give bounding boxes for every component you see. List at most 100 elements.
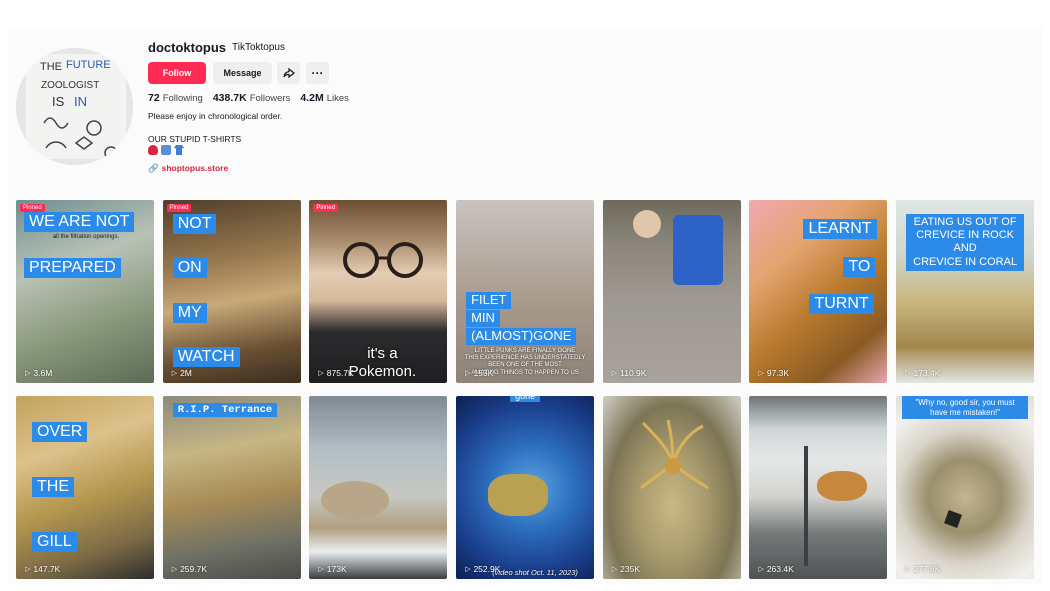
pinned-badge: Pinned: [20, 204, 45, 212]
play-icon: ▷: [465, 370, 471, 377]
octopus-emoji-icon: [148, 145, 158, 155]
glasses-shape: [343, 242, 424, 278]
play-icon: ▷: [611, 370, 618, 377]
profile-nickname: TikToktopus: [232, 42, 285, 53]
video-caption: gone: [510, 396, 541, 403]
profile-stats: 72 Following 438.7K Followers 4.2M Likes: [148, 92, 349, 104]
video-card[interactable]: NOT ON MY WATCH Pinned ▷ 2M: [162, 200, 301, 383]
share-icon: [282, 67, 295, 79]
video-caption: "Why no, good sir, you must have me mist…: [902, 396, 1029, 420]
octopus-shape: [639, 419, 709, 490]
profile-link[interactable]: 🔗 shoptopus.store: [148, 163, 228, 174]
video-card[interactable]: ▷ 173K: [309, 396, 448, 579]
video-caption: MY: [172, 303, 207, 324]
profile-username: doctoktopus: [148, 40, 226, 55]
video-card[interactable]: all the filtration openings. WE ARE NOT …: [16, 200, 154, 383]
video-caption: ON: [172, 258, 207, 279]
video-views: ▷ 3.6M: [25, 368, 53, 378]
video-caption: GILL: [32, 532, 77, 553]
person-shirt-shape: [672, 215, 723, 285]
message-button[interactable]: Message: [213, 62, 272, 84]
video-card[interactable]: gone (video shot Oct. 11, 2023) ▷ 252.9K: [456, 396, 595, 579]
link-icon: 🔗: [148, 163, 159, 173]
svg-text:ZOOLOGIST: ZOOLOGIST: [41, 80, 99, 91]
following-stat[interactable]: 72 Following: [148, 92, 203, 104]
video-card[interactable]: "Why no, good sir, you must have me mist…: [896, 396, 1035, 579]
video-caption: THE: [32, 477, 74, 498]
video-card[interactable]: ▷ 235K: [602, 396, 741, 579]
video-card[interactable]: EATING US OUT OF CREVICE IN ROCK AND CRE…: [896, 200, 1035, 383]
video-caption: TO: [843, 257, 876, 278]
profile-bio: Please enjoy in chronological order.: [148, 111, 283, 121]
video-caption: LEARNT: [803, 219, 877, 240]
play-icon: ▷: [318, 370, 324, 377]
video-caption: FILET: [466, 292, 512, 309]
play-icon: ▷: [758, 370, 764, 377]
play-icon: ▷: [905, 370, 911, 377]
video-card[interactable]: LEARNT TO TURNT ▷ 97.3K: [749, 200, 888, 383]
play-icon: ▷: [25, 370, 31, 377]
play-icon: ▷: [25, 566, 31, 573]
video-card[interactable]: ▷ 263.4K: [749, 396, 888, 579]
play-icon: ▷: [171, 566, 178, 573]
video-caption: OVER: [32, 422, 88, 443]
play-icon: ▷: [465, 566, 471, 573]
play-icon: ▷: [611, 566, 618, 573]
play-icon: ▷: [318, 566, 324, 573]
video-views: ▷ 235K: [611, 564, 640, 574]
svg-text:IS: IS: [52, 94, 65, 109]
video-caption: WATCH: [172, 347, 240, 368]
video-caption: (ALMOST)GONE: [466, 328, 577, 345]
video-views: ▷ 259.7K: [171, 564, 208, 574]
pinned-badge: Pinned: [313, 204, 339, 212]
video-small-text: all the filtration openings.: [52, 234, 120, 240]
video-card[interactable]: ▷ 110.9K: [602, 200, 741, 383]
video-caption: PREPARED: [24, 258, 121, 279]
more-button[interactable]: ···: [306, 62, 329, 84]
more-icon: ···: [311, 66, 324, 80]
object-shape: [944, 510, 963, 528]
profile-bio-shirts: OUR STUPID T-SHIRTS: [148, 134, 242, 144]
video-caption: NOT: [172, 214, 217, 235]
rock-shape: [321, 481, 390, 519]
svg-text:THE: THE: [40, 61, 62, 73]
video-caption: TURNT: [809, 294, 874, 315]
down-arrow-emoji-icon: [161, 145, 171, 155]
play-icon: ▷: [171, 370, 178, 377]
video-caption: EATING US OUT OF CREVICE IN ROCK AND CRE…: [906, 214, 1025, 271]
video-grid: all the filtration openings. WE ARE NOT …: [16, 200, 1035, 579]
video-card[interactable]: FILET MIN (ALMOST)GONE LITTLE PUNKS ARE …: [456, 200, 595, 383]
video-views: ▷ 147.7K: [25, 564, 61, 574]
video-views: ▷ 263.4K: [758, 564, 794, 574]
pinned-badge: Pinned: [166, 204, 192, 212]
play-icon: ▷: [905, 566, 911, 573]
video-card[interactable]: R.I.P. Terrance ▷ 259.7K: [162, 396, 301, 579]
video-views: ▷ 277.8K: [905, 564, 941, 574]
share-button[interactable]: [277, 62, 300, 84]
video-views: ▷ 153K: [465, 368, 494, 378]
octopus-shape: [488, 474, 549, 516]
video-views: ▷ 2M: [171, 368, 192, 378]
video-views: ▷ 173.4K: [905, 368, 941, 378]
video-views: ▷ 875.7K: [318, 368, 354, 378]
octopus-shape: [817, 471, 868, 501]
video-caption: MIN: [466, 310, 500, 327]
video-views: ▷ 110.9K: [611, 368, 647, 378]
bio-emojis: [148, 145, 184, 155]
profile-avatar[interactable]: THE FUTURE ZOOLOGIST IS IN: [16, 48, 133, 165]
likes-stat: 4.2M Likes: [300, 92, 349, 104]
divider-shape: [804, 446, 809, 566]
t-shirt-emoji-icon: [174, 145, 184, 155]
video-caption: WE ARE NOT: [24, 212, 135, 233]
video-card[interactable]: OVER THE GILL ▷ 147.7K: [16, 396, 154, 579]
video-views: ▷ 97.3K: [758, 368, 790, 378]
svg-text:IN: IN: [74, 94, 87, 109]
video-caption: R.I.P. Terrance: [172, 403, 278, 418]
video-views: ▷ 252.9K: [465, 564, 501, 574]
followers-stat[interactable]: 438.7K Followers: [213, 92, 291, 104]
follow-button[interactable]: Follow: [148, 62, 206, 84]
video-views: ▷ 173K: [318, 564, 347, 574]
video-card[interactable]: it's a Pokemon. Pinned ▷ 875.7K: [309, 200, 448, 383]
svg-text:FUTURE: FUTURE: [66, 59, 111, 71]
person-head-shape: [632, 210, 661, 238]
